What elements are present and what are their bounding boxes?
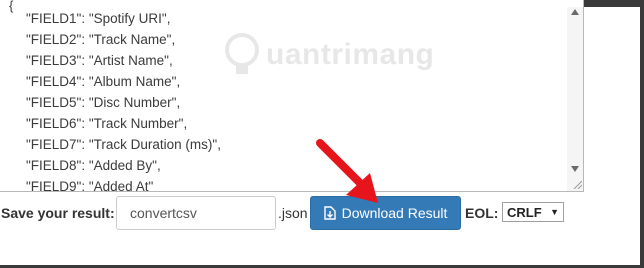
json-line: "FIELD8": "Added By", [26, 158, 161, 173]
dropdown-arrow-icon: ▼ [550, 207, 559, 217]
lightbulb-logo-icon [225, 33, 259, 74]
red-arrow-annotation-icon [316, 139, 378, 203]
open-brace: { [9, 0, 14, 13]
json-line: "FIELD2": "Track Name", [26, 32, 176, 47]
eol-selected-value: CRLF [507, 204, 542, 220]
json-line: "FIELD6": "Track Number", [26, 116, 188, 131]
scroll-down-arrow-icon[interactable] [571, 166, 579, 172]
resize-grip-icon[interactable] [572, 179, 582, 189]
json-line: "FIELD9": "Added At" [26, 179, 154, 192]
filename-input[interactable] [116, 196, 276, 230]
json-line: "FIELD1": "Spotify URI", [26, 11, 171, 26]
json-line: "FIELD4": "Album Name", [26, 74, 181, 89]
json-line: "FIELD3": "Artist Name", [26, 53, 173, 68]
scroll-up-arrow-icon[interactable] [571, 9, 579, 15]
eol-select[interactable]: CRLF ▼ [502, 202, 564, 222]
textarea-scrollbar[interactable] [567, 7, 583, 191]
quantrimang-watermark: uantrimang [222, 28, 472, 88]
save-result-label: Save your result: [1, 205, 115, 221]
json-line: "FIELD5": "Disc Number", [26, 95, 181, 110]
watermark-text: uantrimang [266, 38, 435, 71]
window-right-border [640, 0, 644, 268]
json-line: "FIELD7": "Track Duration (ms)", [26, 137, 221, 152]
eol-label: EOL: [465, 205, 499, 221]
